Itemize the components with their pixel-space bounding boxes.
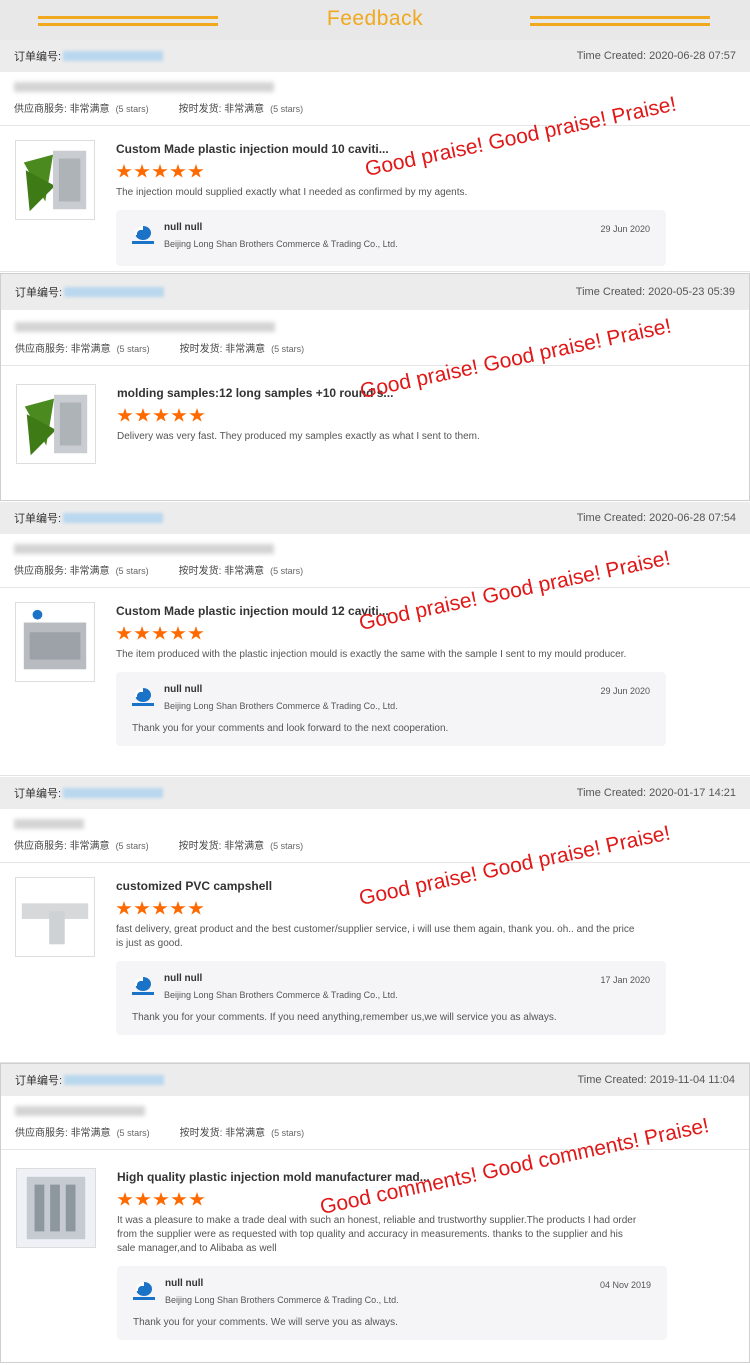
product-thumbnail[interactable] [15, 877, 95, 957]
product-thumbnail[interactable] [15, 140, 95, 220]
reply-company: Beijing Long Shan Brothers Commerce & Tr… [164, 990, 398, 1000]
reply-date: 29 Jun 2020 [600, 224, 650, 234]
star-rating [116, 626, 736, 641]
reply-company: Beijing Long Shan Brothers Commerce & Tr… [164, 701, 398, 711]
reply-name: null null [164, 222, 203, 233]
feedback-card: 订单编号: Time Created: 2020-06-28 07:54 供应商… [0, 502, 750, 776]
redacted-line [15, 1106, 145, 1116]
feedback-banner: Feedback [0, 0, 750, 40]
order-number-label: 订单编号: [14, 513, 62, 525]
reply-text: Thank you for your comments. If you need… [132, 1012, 557, 1023]
reply-date: 17 Jan 2020 [600, 975, 650, 985]
banner-decoration-right [530, 16, 710, 26]
company-logo-icon [133, 1282, 155, 1304]
review-comment: fast delivery, great product and the bes… [116, 924, 635, 949]
supplier-service-rating: 供应商服务: 非常满意 (5 stars) [15, 344, 150, 355]
time-created: Time Created: 2020-01-17 14:21 [576, 787, 736, 799]
reply-date: 04 Nov 2019 [599, 1280, 651, 1290]
product-thumbnail[interactable] [16, 384, 96, 464]
reply-date: 29 Jun 2020 [600, 686, 650, 696]
supplier-service-rating: 供应商服务: 非常满意 (5 stars) [14, 104, 149, 115]
company-logo-icon [132, 688, 154, 710]
product-thumbnail[interactable] [15, 602, 95, 682]
order-number-redacted [63, 51, 164, 61]
product-review: High quality plastic injection mold manu… [1, 1150, 749, 1350]
supplier-reply: null null Beijing Long Shan Brothers Comm… [117, 1266, 667, 1340]
order-number-label: 订单编号: [14, 788, 62, 800]
feedback-card: 订单编号: Time Created: 2020-01-17 14:21 供应商… [0, 777, 750, 1063]
card-header: 订单编号: Time Created: 2020-05-23 05:39 [1, 274, 749, 310]
review-comment: The injection mould supplied exactly wha… [116, 187, 468, 198]
reply-company: Beijing Long Shan Brothers Commerce & Tr… [164, 239, 398, 249]
review-comment: It was a pleasure to make a trade deal w… [117, 1215, 637, 1254]
time-created: Time Created: 2020-06-28 07:57 [576, 50, 736, 62]
product-thumbnail[interactable] [16, 1168, 96, 1248]
redacted-line [14, 544, 274, 554]
ship-ontime-rating: 按时发货: 非常满意 (5 stars) [178, 104, 304, 115]
time-created: Time Created: 2020-06-28 07:54 [576, 512, 736, 524]
reply-name: null null [164, 684, 203, 695]
supplier-service-rating: 供应商服务: 非常满意 (5 stars) [14, 566, 149, 577]
order-number-label: 订单编号: [15, 287, 63, 299]
review-comment: The item produced with the plastic injec… [116, 649, 627, 660]
order-number-label: 订单编号: [14, 51, 62, 63]
star-rating [116, 901, 736, 916]
feedback-card: 订单编号: Time Created: 2020-05-23 05:39 供应商… [0, 273, 750, 501]
redacted-line [14, 819, 84, 829]
company-logo-icon [132, 226, 154, 248]
card-header: 订单编号: Time Created: 2020-06-28 07:57 [0, 40, 750, 72]
supplier-reply: null null Beijing Long Shan Brothers Comm… [116, 210, 666, 266]
supplier-reply: null null Beijing Long Shan Brothers Comm… [116, 961, 666, 1035]
reply-name: null null [165, 1278, 204, 1289]
redacted-line [14, 82, 274, 92]
reply-text: Thank you for your comments. We will ser… [133, 1317, 398, 1328]
order-number-redacted [64, 287, 165, 297]
card-header: 订单编号: Time Created: 2020-01-17 14:21 [0, 777, 750, 809]
reply-text: Thank you for your comments and look for… [132, 723, 449, 734]
order-number-label: 订单编号: [15, 1075, 63, 1087]
feedback-card: 订单编号: Time Created: 2019-11-04 11:04 供应商… [0, 1063, 750, 1363]
supplier-reply: null null Beijing Long Shan Brothers Comm… [116, 672, 666, 746]
time-created: Time Created: 2020-05-23 05:39 [575, 286, 735, 298]
reply-company: Beijing Long Shan Brothers Commerce & Tr… [165, 1295, 399, 1305]
ship-ontime-rating: 按时发货: 非常满意 (5 stars) [178, 841, 304, 852]
time-created: Time Created: 2019-11-04 11:04 [577, 1074, 735, 1086]
ship-ontime-rating: 按时发货: 非常满意 (5 stars) [179, 1128, 305, 1139]
redacted-line [15, 322, 275, 332]
order-number-redacted [63, 513, 164, 523]
ship-ontime-rating: 按时发货: 非常满意 (5 stars) [178, 566, 304, 577]
product-review: Custom Made plastic injection mould 10 c… [0, 126, 750, 276]
card-header: 订单编号: Time Created: 2020-06-28 07:54 [0, 502, 750, 534]
supplier-service-rating: 供应商服务: 非常满意 (5 stars) [14, 841, 149, 852]
star-rating [117, 408, 735, 423]
ship-ontime-rating: 按时发货: 非常满意 (5 stars) [179, 344, 305, 355]
reply-name: null null [164, 973, 203, 984]
order-number-redacted [63, 788, 164, 798]
card-header: 订单编号: Time Created: 2019-11-04 11:04 [1, 1064, 749, 1096]
company-logo-icon [132, 977, 154, 999]
review-comment: Delivery was very fast. They produced my… [117, 431, 480, 442]
feedback-card: 订单编号: Time Created: 2020-06-28 07:57 供应商… [0, 40, 750, 272]
order-number-redacted [64, 1075, 165, 1085]
supplier-service-rating: 供应商服务: 非常满意 (5 stars) [15, 1128, 150, 1139]
